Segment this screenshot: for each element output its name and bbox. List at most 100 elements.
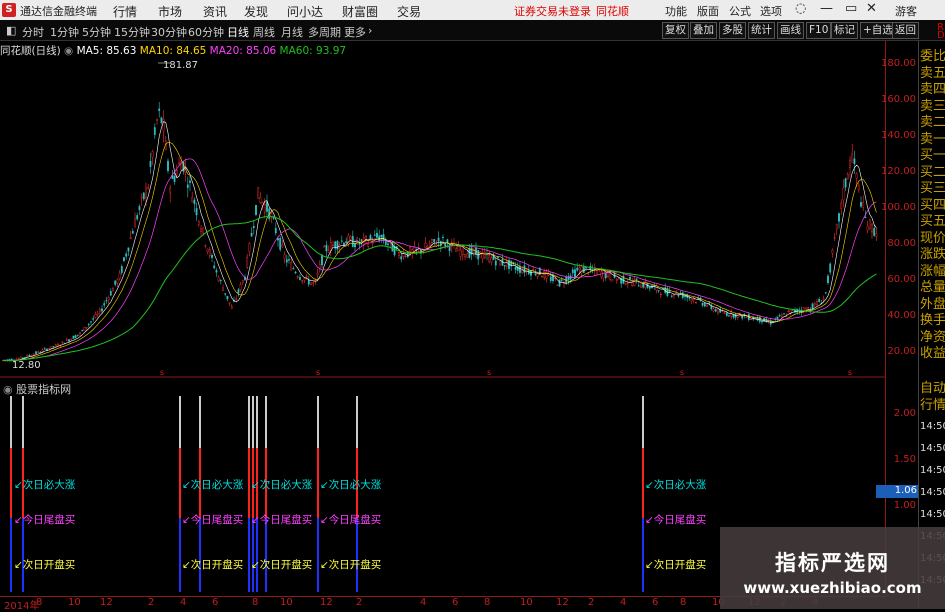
side-panel-item: 卖二 xyxy=(920,115,945,130)
time-axis-label: 4 xyxy=(620,597,627,608)
candle-body xyxy=(692,298,695,301)
candle-body xyxy=(376,232,378,238)
layout-button[interactable]: 版面 xyxy=(697,3,719,19)
indicator-name[interactable]: 股票指标网 xyxy=(16,383,71,396)
time-axis-label: 12 xyxy=(320,597,333,608)
time-axis-label: 10 xyxy=(280,597,293,608)
login-warning[interactable]: 证券交易未登录 xyxy=(514,3,591,19)
menu-news[interactable]: 资讯 xyxy=(203,3,227,20)
candle-body xyxy=(142,192,145,200)
options-button[interactable]: 选项 xyxy=(760,3,782,19)
candle-body xyxy=(178,162,180,165)
indicator-settings-icon[interactable]: ◉ xyxy=(3,383,13,396)
quote-side-panel: R D 委比 卖五 卖四 卖三 卖二 卖一 买一 买二 买三 买四 买五 现价 涨跌 涨幅 总量 外盘 换手 净资… xyxy=(918,22,945,609)
candle-body xyxy=(523,265,526,273)
candle-body xyxy=(112,288,114,292)
candle-body xyxy=(657,290,660,292)
candle-body xyxy=(387,243,389,245)
period-multi[interactable]: 多周期 xyxy=(308,24,341,40)
watermark-title: 指标严选网 xyxy=(775,551,890,575)
help-icon[interactable]: ◌ xyxy=(795,1,806,16)
back-button[interactable]: 返回 xyxy=(892,22,919,39)
candle-body xyxy=(116,279,119,284)
candle-body xyxy=(204,245,207,247)
candle-body xyxy=(824,292,827,294)
candle-body xyxy=(862,201,865,208)
candle-body xyxy=(543,271,546,278)
candle-body xyxy=(158,108,161,111)
period-daily[interactable]: 日线 xyxy=(227,24,249,40)
close-icon[interactable]: ✕ xyxy=(866,1,877,16)
candle-body xyxy=(202,227,205,234)
settings-icon[interactable]: ◉ xyxy=(64,45,73,57)
candle-body xyxy=(626,282,629,284)
candle-body xyxy=(316,273,319,276)
candle-body xyxy=(514,266,517,270)
window-icon[interactable]: ▭ xyxy=(845,1,857,16)
period-30min[interactable]: 30分钟 xyxy=(151,24,187,40)
price-tick: 20.00 xyxy=(887,346,916,357)
side-panel-item: 卖五 xyxy=(920,65,945,81)
guest-label[interactable]: 游客 xyxy=(895,3,917,19)
candle-body xyxy=(778,315,781,317)
side-panel-item[interactable]: 行情 xyxy=(920,398,945,413)
menu-discover[interactable]: 发现 xyxy=(244,3,268,20)
statistics-button[interactable]: 统计 xyxy=(748,22,775,39)
menu-trade[interactable]: 交易 xyxy=(397,3,421,20)
candlestick-chart[interactable]: 181.87 12.80 s s s s s xyxy=(0,41,885,378)
multi-stock-button[interactable]: 多股 xyxy=(719,22,746,39)
period-5min[interactable]: 5分钟 xyxy=(82,24,111,40)
candle-body xyxy=(611,279,614,282)
overlay-button[interactable]: 叠加 xyxy=(690,22,717,39)
candle-body xyxy=(466,253,469,258)
menu-ask-xiaoda[interactable]: 问小达 xyxy=(287,3,323,20)
side-panel-item[interactable]: 自动 xyxy=(920,381,945,396)
time-axis-label: 8 xyxy=(680,597,687,608)
f10-button[interactable]: F10 xyxy=(806,22,832,39)
candle-body xyxy=(479,251,482,258)
broker-name[interactable]: 同花顺 xyxy=(596,3,629,19)
candle-body xyxy=(197,221,200,225)
period-more[interactable]: 更多 xyxy=(344,24,366,40)
menu-wealth-circle[interactable]: 财富圈 xyxy=(342,3,378,20)
period-timeshare[interactable]: 分时 xyxy=(22,24,44,40)
candle-body xyxy=(688,297,691,299)
time-axis-label: 10 xyxy=(68,597,81,608)
side-panel-item: 买五 xyxy=(920,214,945,229)
candle-body xyxy=(411,249,414,253)
candle-body xyxy=(241,280,244,284)
candle-body xyxy=(534,273,537,275)
ma5-label: MA5: 85.63 xyxy=(76,45,137,57)
menu-market[interactable]: 市场 xyxy=(158,3,182,20)
candle-body xyxy=(758,316,761,322)
period-weekly[interactable]: 周线 xyxy=(253,24,275,40)
period-timeshare-icon[interactable]: ◧ xyxy=(6,24,16,37)
formula-button[interactable]: 公式 xyxy=(729,3,751,19)
candle-body xyxy=(398,251,400,257)
minimize-icon[interactable]: — xyxy=(820,1,833,16)
restore-rights-button[interactable]: 复权 xyxy=(662,22,689,39)
candle-body xyxy=(125,253,128,257)
signal-label: ↙次日开盘买 xyxy=(251,558,312,571)
add-watchlist-button[interactable]: +自选 xyxy=(860,22,896,39)
candle-body xyxy=(365,236,367,240)
period-monthly[interactable]: 月线 xyxy=(281,24,303,40)
menu-quotes[interactable]: 行情 xyxy=(113,3,137,20)
function-button[interactable]: 功能 xyxy=(665,3,687,19)
candle-body xyxy=(98,309,101,313)
period-1min[interactable]: 1分钟 xyxy=(50,24,79,40)
candle-body xyxy=(156,119,158,121)
mark-button[interactable]: 标记 xyxy=(831,22,858,39)
candle-body xyxy=(831,249,834,254)
chevron-right-icon[interactable]: › xyxy=(368,24,372,37)
candle-body xyxy=(195,208,198,216)
candle-body xyxy=(103,303,106,306)
candle-body xyxy=(87,324,90,326)
period-60min[interactable]: 60分钟 xyxy=(188,24,224,40)
candle-body xyxy=(706,305,708,307)
stock-label[interactable]: 同花顺(日线) xyxy=(0,45,61,57)
draw-line-button[interactable]: 画线 xyxy=(777,22,804,39)
candle-body xyxy=(642,283,645,288)
indicator-tick: 1.50 xyxy=(893,454,916,465)
period-15min[interactable]: 15分钟 xyxy=(114,24,150,40)
